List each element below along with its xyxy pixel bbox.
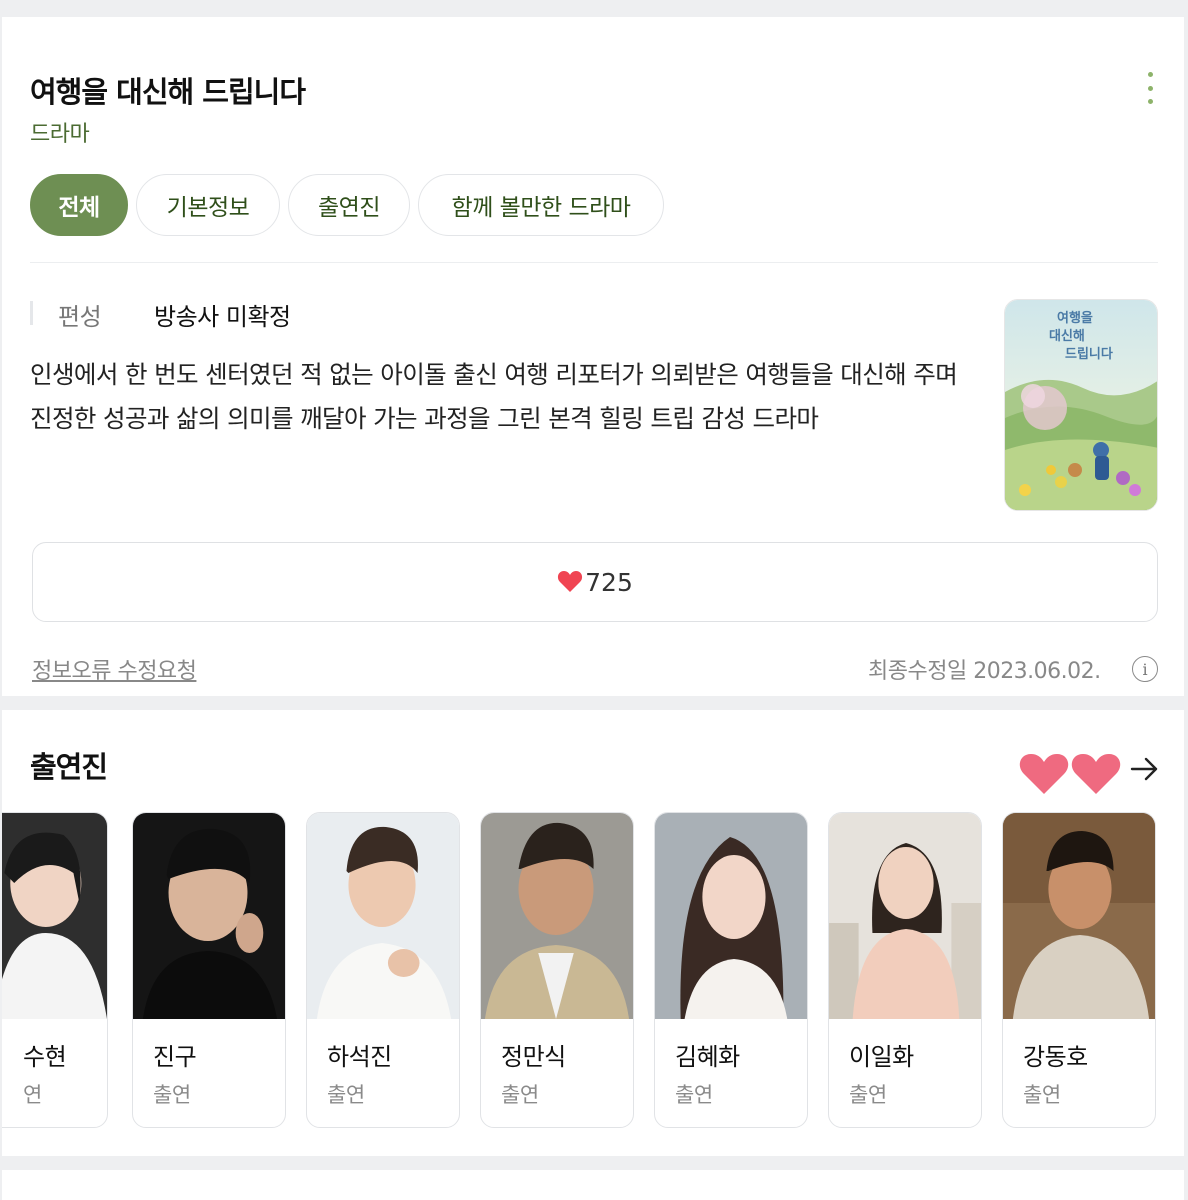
cast-photo bbox=[307, 813, 459, 1019]
cast-name: 정만식 bbox=[501, 1043, 566, 1071]
cast-role: 출연 bbox=[849, 1083, 887, 1107]
heart-icon bbox=[558, 571, 583, 592]
drama-description: 인생에서 한 번도 센터였던 적 없는 아이돌 출신 여행 리포터가 의뢰받은 … bbox=[30, 360, 958, 433]
cast-card[interactable]: 수현 연 bbox=[2, 812, 108, 1128]
cast-name: 진구 bbox=[153, 1043, 197, 1071]
tab-basic-info[interactable]: 기본정보 bbox=[136, 174, 280, 236]
cast-role: 연 bbox=[23, 1083, 42, 1107]
cast-list: 수현 연 진구 출연 하석진 출연 정만식 출연 김혜화 출연 이일화 출연 강… bbox=[2, 812, 1184, 1130]
cast-role: 출연 bbox=[153, 1083, 191, 1107]
cast-card[interactable]: 정만식 출연 bbox=[480, 812, 634, 1128]
schedule-bar bbox=[30, 301, 33, 325]
svg-text:대신해: 대신해 bbox=[1049, 328, 1085, 344]
cast-card[interactable]: 김혜화 출연 bbox=[654, 812, 808, 1128]
like-count: 725 bbox=[585, 567, 633, 597]
svg-text:여행을: 여행을 bbox=[1057, 310, 1093, 326]
cast-role: 출연 bbox=[675, 1083, 713, 1107]
cast-card[interactable]: 이일화 출연 bbox=[828, 812, 982, 1128]
drama-category: 드라마 bbox=[30, 122, 90, 147]
info-icon[interactable]: i bbox=[1132, 656, 1158, 682]
drama-poster[interactable]: 여행을 대신해 드립니다 bbox=[1004, 299, 1158, 511]
section-divider bbox=[30, 262, 1158, 263]
svg-text:드립니다: 드립니다 bbox=[1065, 346, 1113, 362]
hearts-icon bbox=[1019, 754, 1121, 794]
cast-photo bbox=[2, 813, 107, 1019]
cast-name: 강동호 bbox=[1023, 1043, 1088, 1071]
cast-section: 출연진 수현 연 진구 출연 하석진 출연 정만식 출연 김혜화 출연 이일화 … bbox=[2, 710, 1184, 1156]
tab-all[interactable]: 전체 bbox=[30, 174, 128, 236]
more-dot-icon bbox=[1147, 85, 1153, 91]
more-dot-icon bbox=[1147, 99, 1153, 104]
cast-photo bbox=[1003, 813, 1155, 1019]
drama-title: 여행을 대신해 드립니다 bbox=[30, 75, 306, 109]
cast-card[interactable]: 강동호 출연 bbox=[1002, 812, 1156, 1128]
cast-name: 김혜화 bbox=[675, 1043, 740, 1071]
cast-section-title: 출연진 bbox=[30, 750, 108, 784]
more-dot-icon bbox=[1147, 72, 1153, 77]
cast-photo bbox=[829, 813, 981, 1019]
cast-name: 하석진 bbox=[327, 1043, 392, 1071]
cast-photo bbox=[481, 813, 633, 1019]
cast-role: 출연 bbox=[501, 1083, 539, 1107]
cast-card[interactable]: 진구 출연 bbox=[132, 812, 286, 1128]
cast-role: 출연 bbox=[327, 1083, 365, 1107]
poster-image: 여행을 대신해 드립니다 bbox=[1005, 300, 1157, 510]
cast-card[interactable]: 하석진 출연 bbox=[306, 812, 460, 1128]
next-section-card bbox=[2, 1170, 1184, 1200]
schedule-value: 방송사 미확정 bbox=[154, 303, 291, 331]
more-options-button[interactable] bbox=[1140, 72, 1160, 104]
like-button[interactable]: 725 bbox=[32, 542, 1158, 622]
schedule-label: 편성 bbox=[58, 303, 102, 331]
cast-name: 수현 bbox=[23, 1043, 67, 1071]
cast-photo bbox=[133, 813, 285, 1019]
last-updated-text: 최종수정일 2023.06.02. bbox=[868, 659, 1101, 684]
cast-name: 이일화 bbox=[849, 1043, 914, 1071]
report-error-link[interactable]: 정보오류 수정요청 bbox=[32, 653, 197, 685]
tab-recommended-dramas[interactable]: 함께 볼만한 드라마 bbox=[418, 174, 664, 236]
arrow-right-icon[interactable] bbox=[1128, 754, 1162, 784]
tab-cast[interactable]: 출연진 bbox=[288, 174, 410, 236]
cast-photo bbox=[655, 813, 807, 1019]
drama-info-card: 여행을 대신해 드립니다 드라마 전체 기본정보 출연진 함께 볼만한 드라마 … bbox=[2, 17, 1184, 696]
cast-role: 출연 bbox=[1023, 1083, 1061, 1107]
